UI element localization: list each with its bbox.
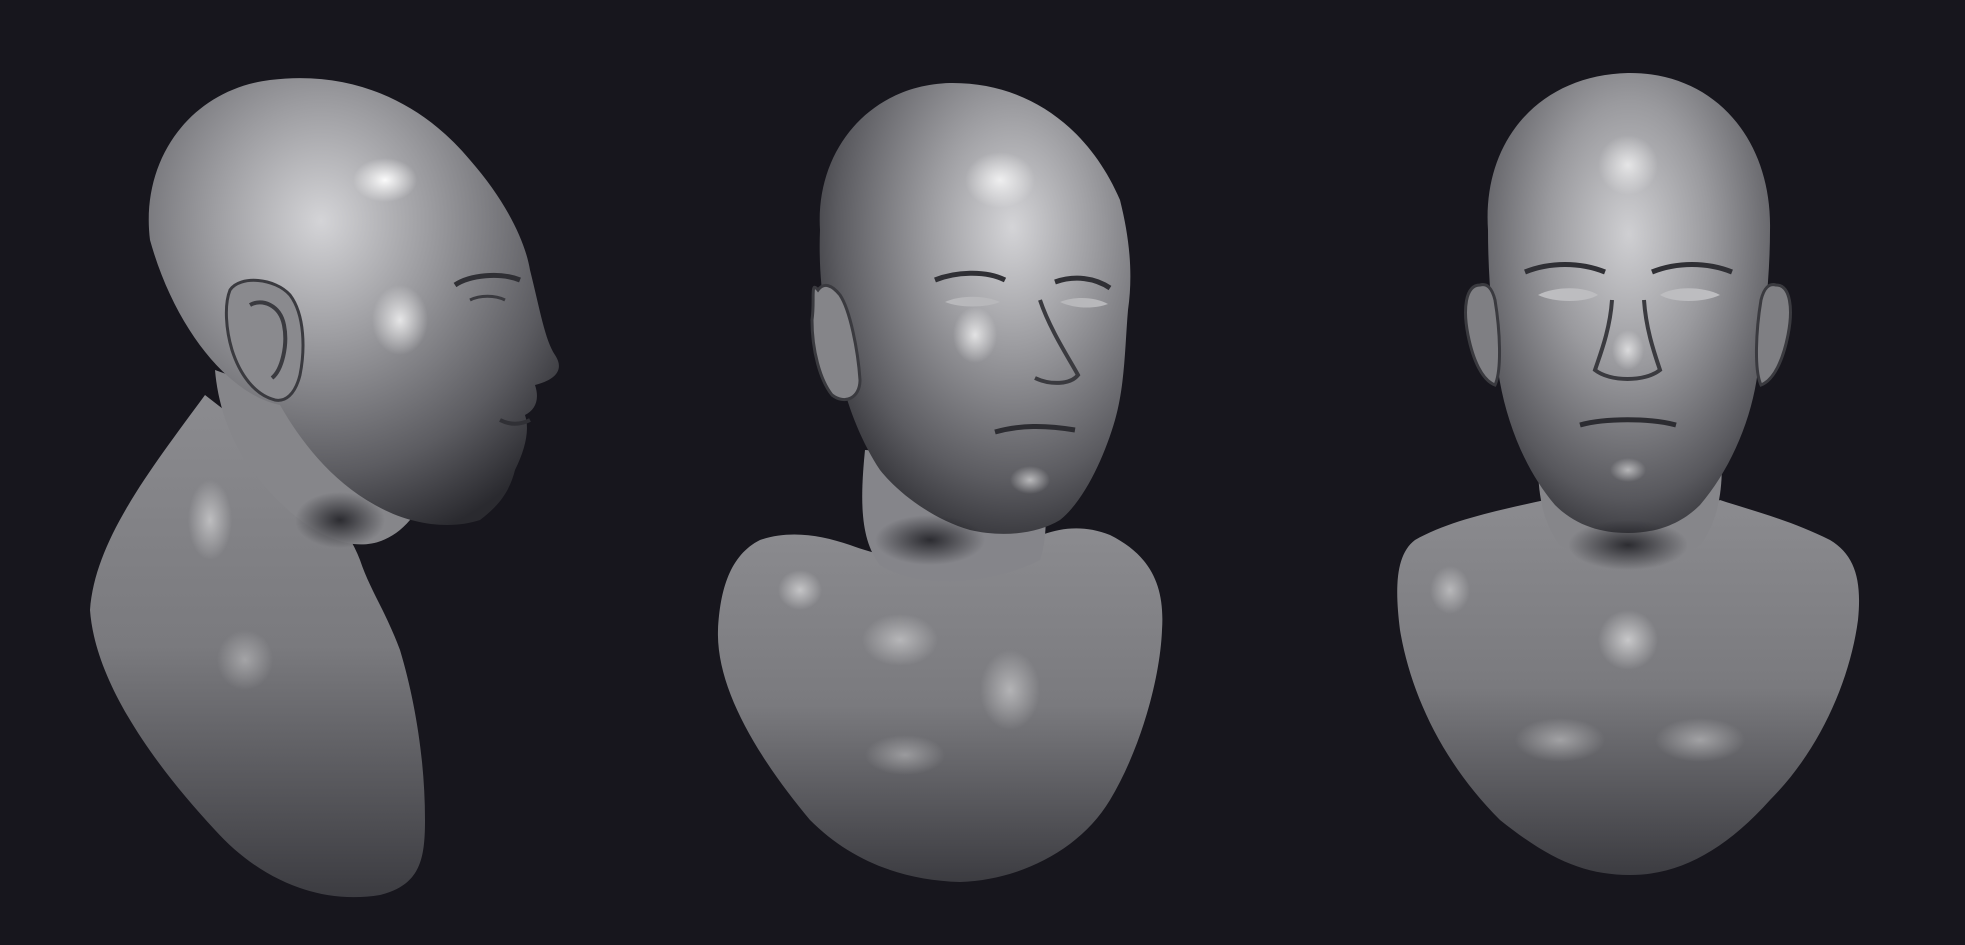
front-view-bust [1397,72,1860,875]
three-quarter-view-bust [717,82,1163,882]
sculpt-viewport [0,0,1965,945]
side-view-bust [90,78,559,898]
